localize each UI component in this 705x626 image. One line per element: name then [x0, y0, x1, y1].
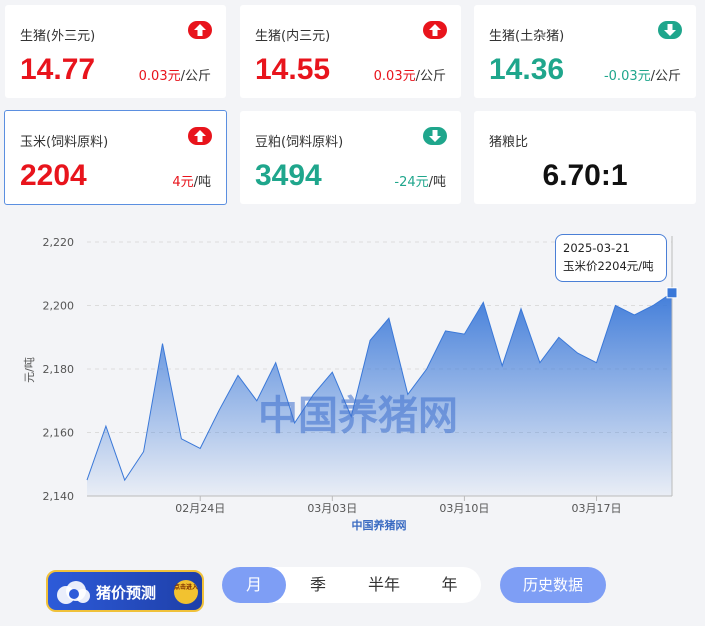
card-title: 豆粕(饲料原料) [255, 135, 344, 150]
price-card-soymeal[interactable]: 豆粕(饲料原料) 3494 -24元/吨 [240, 111, 461, 204]
enter-tag: 点击进入 [174, 580, 198, 604]
card-price: 14.55 [255, 53, 331, 86]
change-unit: /吨 [193, 175, 211, 190]
cloud-icon [57, 581, 90, 604]
data-point[interactable] [501, 364, 504, 367]
card-price: 14.36 [489, 53, 565, 86]
change-value: 0.03元 [373, 69, 416, 84]
tooltip-value: 玉米价2204元/吨 [563, 259, 654, 273]
arrow-up-icon [423, 21, 447, 39]
data-point[interactable] [387, 317, 390, 320]
price-card-pig-outer[interactable]: 生猪(外三元) 14.77 0.03元/公斤 [5, 5, 226, 98]
period-half-year[interactable]: 半年 [350, 567, 418, 603]
data-point[interactable] [86, 479, 89, 482]
data-point[interactable] [406, 393, 409, 396]
data-point[interactable] [425, 368, 428, 371]
chart-tooltip: 2025-03-21 玉米价2204元/吨 [555, 234, 667, 282]
data-point[interactable] [312, 393, 315, 396]
data-point[interactable] [538, 361, 541, 364]
data-point[interactable] [274, 361, 277, 364]
change-value: 0.03元 [138, 69, 181, 84]
data-point[interactable] [671, 291, 674, 294]
change-unit: /公斤 [650, 69, 681, 84]
y-axis-label: 元/吨 [23, 357, 36, 383]
card-price: 3494 [255, 159, 322, 192]
data-point[interactable] [255, 399, 258, 402]
price-card-pig-inner[interactable]: 生猪(内三元) 14.55 0.03元/公斤 [240, 5, 461, 98]
x-tick-label: 03月03日 [307, 502, 357, 515]
forecast-label: 猪价预测 [96, 584, 157, 602]
y-tick-label: 2,140 [43, 490, 75, 503]
card-change: 4元/吨 [172, 171, 211, 190]
data-point[interactable] [350, 415, 353, 418]
period-selector: 月 季 半年 年 [222, 567, 481, 603]
data-point[interactable] [331, 371, 334, 374]
y-axis: 2,140 2,160 2,180 2,200 2,220 [43, 236, 75, 503]
arrow-down-icon [658, 21, 682, 39]
data-point[interactable] [576, 352, 579, 355]
arrow-up-icon [188, 127, 212, 145]
data-point[interactable] [444, 329, 447, 332]
data-point[interactable] [123, 479, 126, 482]
card-title: 生猪(外三元) [20, 29, 96, 44]
data-point[interactable] [236, 374, 239, 377]
data-point[interactable] [652, 304, 655, 307]
data-point[interactable] [633, 314, 636, 317]
x-tick-label: 03月10日 [439, 502, 489, 515]
x-axis: 02月24日 03月03日 03月10日 03月17日 [175, 496, 622, 515]
data-point[interactable] [520, 307, 523, 310]
x-axis-label: 中国养猪网 [352, 518, 407, 532]
period-year[interactable]: 年 [418, 567, 481, 603]
tooltip-date: 2025-03-21 [563, 241, 630, 255]
card-change: -24元/吨 [394, 171, 446, 190]
watermark: 中国养猪网 [258, 393, 458, 439]
y-tick-label: 2,180 [43, 363, 75, 376]
change-unit: /公斤 [180, 69, 211, 84]
price-forecast-button[interactable]: 猪价预测 点击进入 [46, 570, 204, 612]
data-point[interactable] [482, 301, 485, 304]
change-unit: /吨 [428, 175, 446, 190]
card-price: 14.77 [20, 53, 96, 86]
data-point[interactable] [104, 425, 107, 428]
period-quarter[interactable]: 季 [286, 567, 350, 603]
card-change: 0.03元/公斤 [139, 65, 211, 84]
change-unit: /公斤 [415, 69, 446, 84]
card-title: 生猪(内三元) [255, 29, 331, 44]
card-title: 猪粮比 [489, 135, 529, 150]
history-data-button[interactable]: 历史数据 [500, 567, 606, 603]
card-title: 玉米(饲料原料) [20, 135, 109, 150]
change-value: -24元 [394, 175, 429, 190]
change-value: -0.03元 [603, 69, 651, 84]
data-point[interactable] [369, 339, 372, 342]
data-point[interactable] [463, 333, 466, 336]
y-tick-label: 2,220 [43, 236, 75, 249]
arrow-down-icon [423, 127, 447, 145]
card-change: 0.03元/公斤 [374, 65, 446, 84]
data-point[interactable] [293, 421, 296, 424]
y-tick-label: 2,160 [43, 427, 75, 440]
card-change: -0.03元/公斤 [604, 65, 681, 84]
period-month[interactable]: 月 [222, 567, 286, 603]
card-price: 2204 [20, 159, 87, 192]
change-value: 4元 [172, 175, 194, 190]
price-card-corn[interactable]: 玉米(饲料原料) 2204 4元/吨 [4, 110, 227, 205]
price-card-pig-grain-ratio[interactable]: 猪粮比 6.70:1 [474, 111, 696, 204]
y-tick-label: 2,200 [43, 300, 75, 313]
data-point[interactable] [595, 361, 598, 364]
x-tick-label: 03月17日 [572, 502, 622, 515]
x-tick-label: 02月24日 [175, 502, 225, 515]
price-card-pig-local[interactable]: 生猪(土杂猪) 14.36 -0.03元/公斤 [474, 5, 696, 98]
arrow-up-icon [188, 21, 212, 39]
card-title: 生猪(土杂猪) [489, 29, 565, 44]
data-point[interactable] [614, 304, 617, 307]
data-point[interactable] [161, 342, 164, 345]
data-point[interactable] [180, 437, 183, 440]
data-point[interactable] [557, 336, 560, 339]
data-point[interactable] [218, 409, 221, 412]
ratio-value: 6.70:1 [542, 159, 628, 192]
data-point[interactable] [199, 447, 202, 450]
data-point[interactable] [142, 450, 145, 453]
